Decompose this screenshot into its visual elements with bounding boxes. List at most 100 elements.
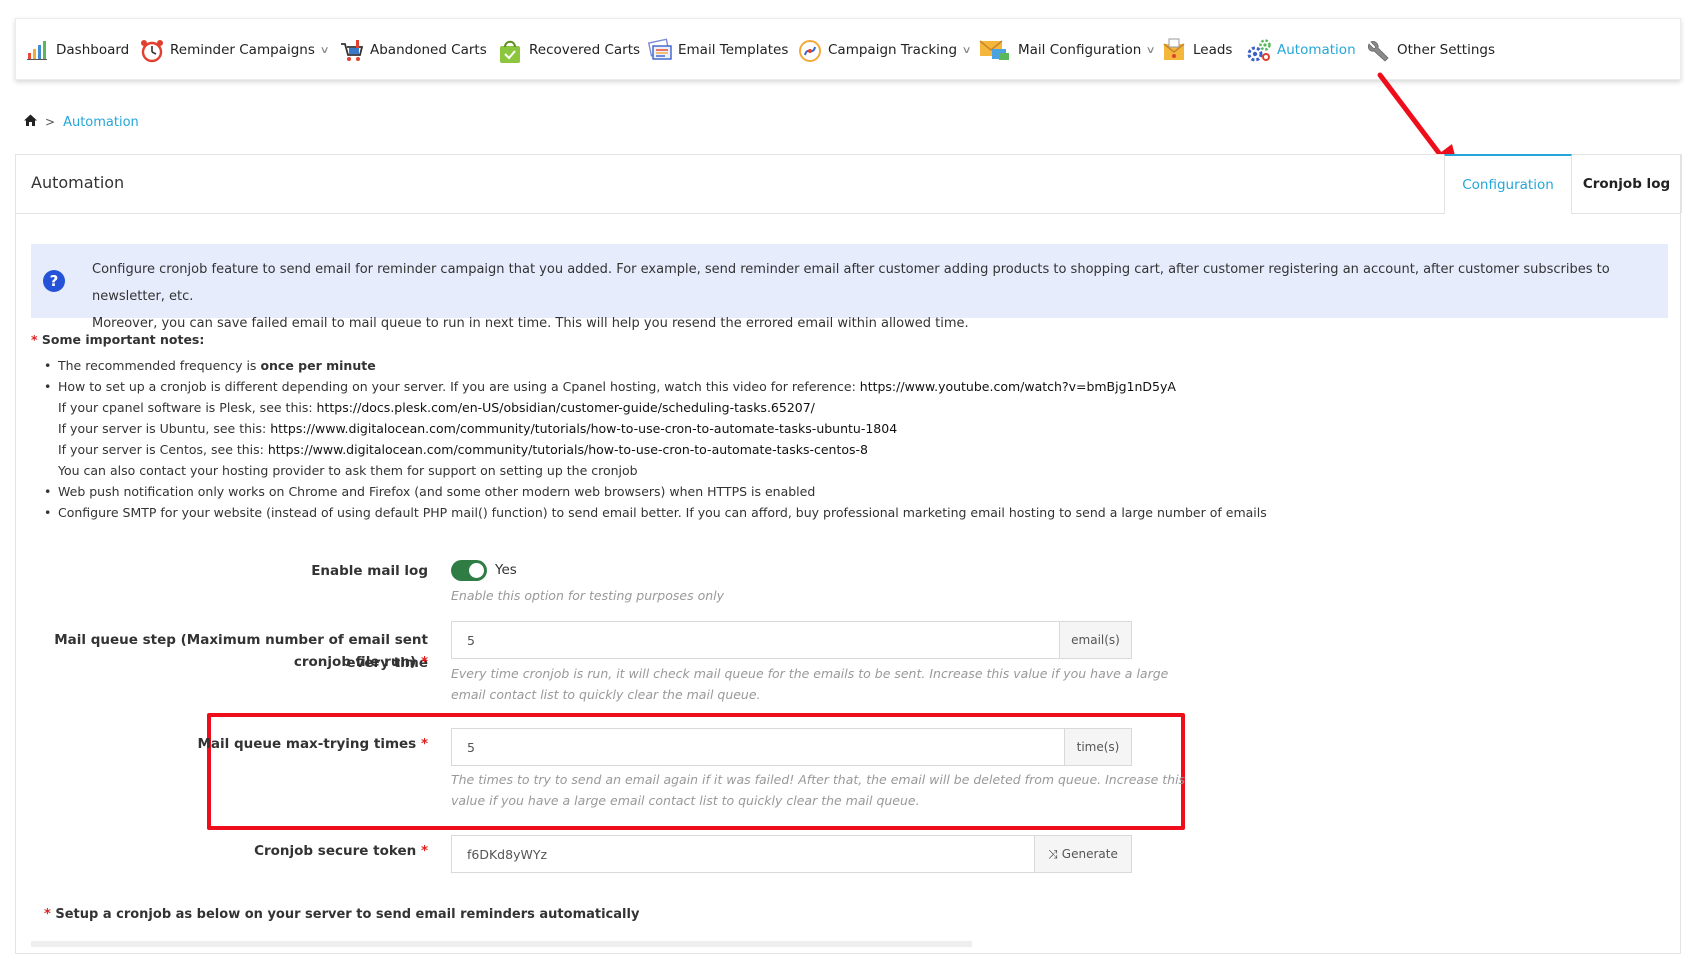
nav-item-leads[interactable]: Leads (1162, 19, 1232, 81)
nav-item-reminder-campaigns[interactable]: Reminder Campaigns ∨ (139, 19, 330, 81)
generate-button-label: Generate (1061, 847, 1118, 861)
ubuntu-link[interactable]: https://www.digitalocean.com/community/t… (270, 421, 897, 436)
gears-icon (1246, 38, 1271, 62)
panel-title: Automation (31, 173, 125, 192)
tab-cronjob-log[interactable]: Cronjob log (1572, 154, 1682, 213)
automation-panel: Automation Configuration Cronjob log ? C… (15, 154, 1682, 954)
nav-label: Mail Configuration (1018, 42, 1142, 58)
nav-item-email-templates[interactable]: Email Templates (647, 19, 788, 81)
nav-label: Dashboard (56, 42, 130, 58)
queue-step-help: Every time cronjob is run, it will check… (451, 663, 1168, 705)
queue-step-label-line2: cronjob file run) * (294, 651, 428, 674)
token-input[interactable] (452, 836, 1034, 872)
nav-label: Recovered Carts (529, 42, 641, 58)
setup-title-text: Setup a cronjob as below on your server … (55, 907, 640, 922)
queue-step-label-col: Mail queue step (Maximum number of email… (16, 629, 428, 675)
info-line-1: Configure cronjob feature to send email … (92, 262, 1610, 304)
max-trying-help-line1: The times to try to send an email again … (451, 772, 1186, 787)
panel-header: Automation Configuration Cronjob log (16, 154, 1682, 214)
mail-log-label: Enable mail log (311, 563, 428, 579)
queue-step-addon: email(s) (1059, 622, 1131, 658)
required-asterisk: * (31, 332, 38, 347)
nav-item-campaign-tracking[interactable]: Campaign Tracking ∨ (797, 19, 972, 81)
mail-log-label-col: Enable mail log (16, 560, 428, 583)
mail-log-toggle-text: Yes (495, 562, 517, 578)
token-label: Cronjob secure token * (254, 840, 428, 863)
notes-title: * Some important notes: (31, 332, 204, 347)
note-text: The recommended frequency is (58, 358, 261, 373)
max-trying-help-line2: value if you have a large email contact … (451, 793, 920, 808)
mail-log-help: Enable this option for testing purposes … (451, 588, 725, 603)
nav-item-recovered-carts[interactable]: Recovered Carts (498, 19, 640, 81)
breadcrumb-current[interactable]: Automation (63, 115, 139, 130)
queue-step-label-text: cronjob file run) (293, 654, 417, 670)
notes-list: The recommended frequency is once per mi… (44, 355, 1267, 523)
max-trying-help: The times to try to send an email again … (451, 769, 1185, 811)
bar-chart-icon (25, 38, 49, 62)
generate-button[interactable]: ⤨ Generate (1034, 836, 1131, 872)
required-asterisk: * (44, 907, 51, 922)
nav-label: Reminder Campaigns (170, 42, 315, 58)
centos-link[interactable]: https://www.digitalocean.com/community/t… (268, 442, 868, 457)
note-text: If your cpanel software is Plesk, see th… (58, 400, 317, 415)
max-trying-label-col: Mail queue max-trying times * (16, 733, 428, 756)
list-subitem: You can also contact your hosting provid… (58, 463, 638, 478)
token-label-text: Cronjob secure token (254, 843, 417, 859)
mail-configuration-icon (979, 38, 1011, 62)
note-text: If your server is Centos, see this: (58, 442, 268, 457)
list-item: Web push notification only works on Chro… (44, 481, 1267, 502)
youtube-link[interactable]: https://www.youtube.com/watch?v=bmBjg1nD… (860, 379, 1176, 394)
notes-title-text: Some important notes: (41, 332, 205, 347)
list-subitem: If your server is Ubuntu, see this: http… (44, 418, 1267, 439)
note-bold: once per minute (260, 358, 376, 373)
max-trying-addon: time(s) (1064, 729, 1131, 765)
queue-step-help-line1: Every time cronjob is run, it will check… (451, 666, 1169, 681)
campaign-tracking-icon (797, 38, 821, 62)
list-subitem: If your cpanel software is Plesk, see th… (44, 397, 1267, 418)
nav-item-automation[interactable]: Automation (1246, 19, 1356, 81)
info-line-2: Moreover, you can save failed email to m… (92, 316, 969, 331)
shuffle-icon: ⤨ (1048, 846, 1058, 861)
setup-title: * Setup a cronjob as below on your serve… (44, 907, 639, 922)
required-asterisk: * (420, 654, 428, 670)
token-label-col: Cronjob secure token * (16, 840, 428, 863)
nav-label: Automation (1277, 42, 1356, 58)
nav-label: Leads (1193, 42, 1233, 58)
info-text: Configure cronjob feature to send email … (92, 256, 1668, 337)
shopping-bag-icon (498, 38, 522, 63)
mail-log-toggle[interactable] (451, 560, 487, 581)
required-asterisk: * (420, 736, 428, 752)
nav-label: Other Settings (1397, 42, 1495, 58)
chevron-down-icon: ∨ (1145, 44, 1157, 56)
max-trying-label-text: Mail queue max-trying times (197, 736, 417, 752)
breadcrumb-separator: > (45, 115, 56, 129)
list-subitem: If your server is Centos, see this: http… (44, 439, 1267, 460)
max-trying-input[interactable] (452, 729, 1064, 765)
question-icon: ? (43, 270, 65, 292)
shopping-cart-icon (339, 38, 364, 62)
max-trying-input-group: time(s) (451, 728, 1132, 766)
nav-label: Email Templates (678, 42, 789, 58)
home-icon[interactable] (24, 114, 37, 130)
nav-item-abandoned-carts[interactable]: Abandoned Carts (339, 19, 487, 81)
nav-item-dashboard[interactable]: Dashboard (25, 19, 129, 81)
queue-step-input[interactable] (452, 622, 1059, 658)
top-navigation: Dashboard Reminder Campaigns ∨ Abandoned… (15, 18, 1681, 80)
leads-icon (1162, 38, 1186, 62)
chevron-down-icon: ∨ (961, 44, 972, 56)
nav-item-other-settings[interactable]: Other Settings (1366, 19, 1495, 81)
tab-configuration[interactable]: Configuration (1444, 154, 1572, 214)
email-templates-icon (647, 38, 672, 62)
queue-step-help-line2: email contact list to quickly clear the … (451, 687, 761, 702)
info-box: ? Configure cronjob feature to send emai… (31, 244, 1668, 331)
max-trying-label: Mail queue max-trying times * (197, 733, 428, 756)
list-item: The recommended frequency is once per mi… (44, 355, 1267, 376)
required-asterisk: * (420, 843, 428, 859)
alarm-clock-icon (139, 38, 163, 63)
chevron-down-icon: ∨ (319, 44, 330, 56)
list-item: Configure SMTP for your website (instead… (44, 502, 1267, 523)
token-input-group: ⤨ Generate (451, 835, 1132, 873)
nav-item-mail-configuration[interactable]: Mail Configuration ∨ (979, 19, 1157, 81)
breadcrumb: > Automation (24, 114, 139, 130)
plesk-link[interactable]: https://docs.plesk.com/en-US/obsidian/cu… (317, 400, 815, 415)
